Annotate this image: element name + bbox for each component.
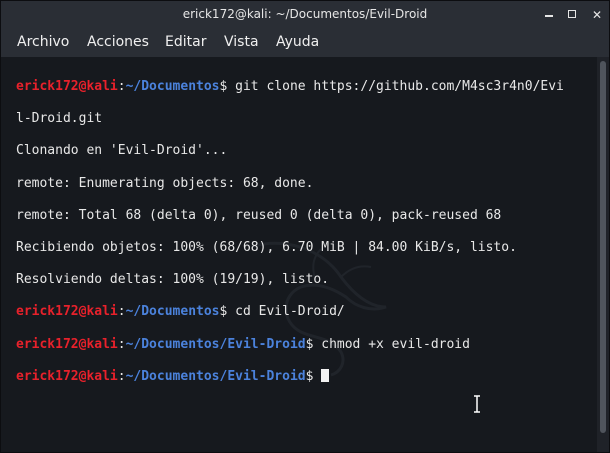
- terminal-line: remote: Enumerating objects: 68, done.: [16, 175, 314, 191]
- command-text: $ cd Evil-Droid/: [219, 304, 345, 320]
- prompt-user: erick172@kali: [16, 336, 118, 352]
- maximize-icon: [568, 10, 576, 18]
- minimize-icon: [545, 15, 553, 17]
- menu-editar[interactable]: Editar: [165, 34, 206, 50]
- prompt-path: ~/Documentos/Evil-Droid: [125, 336, 306, 352]
- command-text: $ git clone https://github.com/M4sc3r4n0…: [219, 79, 564, 95]
- minimize-button[interactable]: [541, 7, 557, 23]
- terminal-line: erick172@kali:~/Documentos$ cd Evil-Droi…: [16, 304, 345, 320]
- scrollbar-thumb[interactable]: [600, 61, 606, 433]
- terminal-window: erick172@kali: ~/Documentos/Evil-Droid ✕…: [0, 0, 610, 453]
- window-title: erick172@kali: ~/Documentos/Evil-Droid: [182, 7, 428, 21]
- maximize-button[interactable]: [565, 7, 581, 23]
- prompt-path: ~/Documentos: [125, 304, 220, 320]
- prompt-path: ~/Documentos: [125, 79, 220, 95]
- scrollbar[interactable]: [597, 57, 609, 452]
- command-text: $: [305, 368, 322, 384]
- terminal-line: erick172@kali:~/Documentos$ git clone ht…: [16, 79, 564, 95]
- menu-vista[interactable]: Vista: [224, 34, 259, 50]
- title-bar[interactable]: erick172@kali: ~/Documentos/Evil-Droid ✕: [1, 1, 609, 29]
- menu-archivo[interactable]: Archivo: [17, 34, 69, 50]
- terminal-lines: erick172@kali:~/Documentos$ git clone ht…: [16, 63, 564, 417]
- terminal-line: Clonando en 'Evil-Droid'...: [16, 143, 228, 159]
- terminal-line: l-Droid.git: [16, 111, 103, 127]
- terminal-line: remote: Total 68 (delta 0), reused 0 (de…: [16, 207, 502, 223]
- terminal-cursor: [321, 368, 330, 382]
- prompt-user: erick172@kali: [16, 79, 118, 95]
- terminal-line: erick172@kali:~/Documentos/Evil-Droid$ c…: [16, 336, 470, 352]
- close-icon: ✕: [591, 8, 603, 22]
- menu-bar: Archivo Acciones Editar Vista Ayuda: [1, 29, 609, 57]
- prompt-user: erick172@kali: [16, 368, 118, 384]
- prompt-path: ~/Documentos/Evil-Droid: [125, 368, 306, 384]
- terminal-line: erick172@kali:~/Documentos/Evil-Droid$: [16, 368, 564, 385]
- terminal-line: Recibiendo objetos: 100% (68/68), 6.70 M…: [16, 240, 517, 256]
- menu-acciones[interactable]: Acciones: [87, 34, 149, 50]
- text-cursor-icon: [474, 395, 480, 413]
- terminal-output[interactable]: erick172@kali:~/Documentos$ git clone ht…: [1, 57, 597, 452]
- menu-ayuda[interactable]: Ayuda: [276, 34, 319, 50]
- prompt-user: erick172@kali: [16, 304, 118, 320]
- close-button[interactable]: ✕: [589, 7, 605, 23]
- command-text: $ chmod +x evil-droid: [305, 336, 470, 352]
- terminal-line: Resolviendo deltas: 100% (19/19), listo.: [16, 272, 330, 288]
